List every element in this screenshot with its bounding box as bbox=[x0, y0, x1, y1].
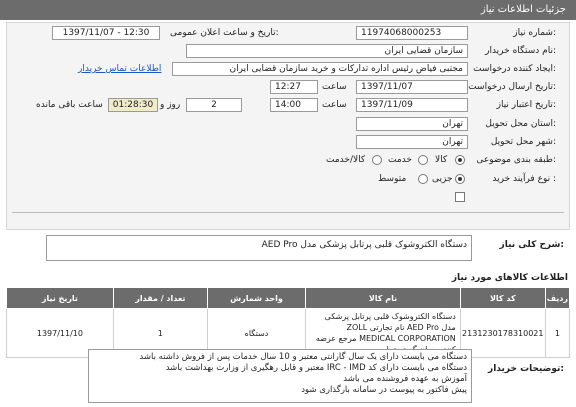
send-date-field: 1397/11/07 bbox=[356, 80, 468, 94]
process-radio-minor[interactable] bbox=[455, 174, 465, 184]
extra-option-checkbox[interactable] bbox=[455, 192, 465, 202]
category-label: طبقه بندی موضوعی: bbox=[476, 155, 556, 165]
buyer-label: نام دستگاه خریدار: bbox=[485, 46, 556, 56]
note-line: پیش فاکتور به پیوست در سامانه بارگذاری ش… bbox=[301, 385, 467, 395]
cell-row: 1 bbox=[544, 308, 571, 358]
city-label: شهر محل تحویل: bbox=[490, 137, 556, 147]
remaining-time-field: 01:28:30 bbox=[108, 98, 158, 112]
deadline-time-field: 14:00 bbox=[270, 98, 318, 112]
process-option-medium: متوسط bbox=[378, 174, 407, 184]
creator-label: ایجاد کننده درخواست: bbox=[473, 64, 556, 74]
need-number-field: 11974068000253 bbox=[356, 26, 468, 40]
items-title: اطلاعات کالاهای مورد نیاز bbox=[451, 273, 568, 283]
items-table-wrap: ردیف کد کالا نام کالا واحد شمارش تعداد /… bbox=[6, 287, 571, 358]
remaining-label: ساعت باقی مانده bbox=[36, 100, 103, 110]
col-qty: تعداد / مقدار bbox=[112, 287, 208, 309]
send-date-label: تاریخ ارسال درخواست: bbox=[468, 82, 556, 92]
days-label: روز و bbox=[160, 100, 181, 110]
need-number-label: شماره نیاز: bbox=[513, 28, 556, 38]
note-line: آموزش به عهده فروشنده می باشد bbox=[343, 374, 467, 384]
process-radio-medium[interactable] bbox=[418, 174, 428, 184]
creator-field: مجتبی فیاض رئیس اداره تدارکات و خرید ساز… bbox=[172, 62, 468, 76]
process-label: نوع فرآیند خرید : bbox=[492, 174, 556, 184]
send-time-field: 12:27 bbox=[270, 80, 318, 94]
general-desc-label: شرح کلی نیاز: bbox=[499, 240, 564, 250]
announce-label: تاریخ و ساعت اعلان عمومی: bbox=[170, 28, 279, 38]
col-name: نام کالا bbox=[305, 287, 461, 309]
deadline-label: تاریخ اعتبار نیاز: bbox=[496, 100, 556, 110]
category-option-goods-service: کالا/خدمت bbox=[326, 155, 366, 165]
deadline-date-field: 1397/11/09 bbox=[356, 98, 468, 112]
col-code: کد کالا bbox=[459, 287, 546, 309]
buyer-contact-link[interactable]: اطلاعات تماس خریدار bbox=[78, 64, 161, 74]
cell-code: 2131230178310021 bbox=[459, 308, 546, 358]
general-desc-field: دستگاه الکتروشوک قلبی پرتابل پزشکی مدل A… bbox=[46, 235, 472, 261]
note-line: دستگاه می بایست دارای کد IRC - IMD معتبر… bbox=[165, 363, 467, 373]
category-option-goods: کالا bbox=[435, 155, 448, 165]
items-header-row: ردیف کد کالا نام کالا واحد شمارش تعداد /… bbox=[6, 287, 571, 309]
header-bar: جزئیات اطلاعات نیاز bbox=[0, 0, 576, 20]
note-line: دستگاه می بایست دارای یک سال گارانتی معت… bbox=[139, 352, 467, 362]
items-table: ردیف کد کالا نام کالا واحد شمارش تعداد /… bbox=[6, 287, 571, 358]
buyer-notes-label: توضیحات خریدار: bbox=[488, 364, 564, 374]
process-option-minor: جزیی bbox=[432, 174, 453, 184]
category-radio-goods-service[interactable] bbox=[372, 155, 382, 165]
province-field: تهران bbox=[356, 117, 468, 131]
announce-field: 1397/11/07 - 12:30 bbox=[52, 26, 160, 40]
buyer-notes-field: دستگاه می بایست دارای یک سال گارانتی معت… bbox=[88, 349, 472, 403]
province-label: استان محل تحویل: bbox=[485, 119, 556, 129]
form-divider bbox=[12, 212, 564, 213]
category-radio-goods[interactable] bbox=[455, 155, 465, 165]
buyer-field: سازمان قضایی ایران bbox=[186, 44, 468, 58]
page-title: جزئیات اطلاعات نیاز bbox=[480, 4, 566, 15]
col-unit: واحد شمارش bbox=[206, 287, 307, 309]
city-field: تهران bbox=[356, 135, 468, 149]
deadline-time-label: ساعت bbox=[322, 100, 347, 110]
category-option-service: خدمت bbox=[388, 155, 412, 165]
col-date: تاریخ نیاز bbox=[6, 287, 114, 309]
col-row: ردیف bbox=[544, 287, 571, 309]
category-radio-service[interactable] bbox=[418, 155, 428, 165]
remaining-days-field: 2 bbox=[186, 98, 242, 112]
send-time-label: ساعت bbox=[322, 82, 347, 92]
